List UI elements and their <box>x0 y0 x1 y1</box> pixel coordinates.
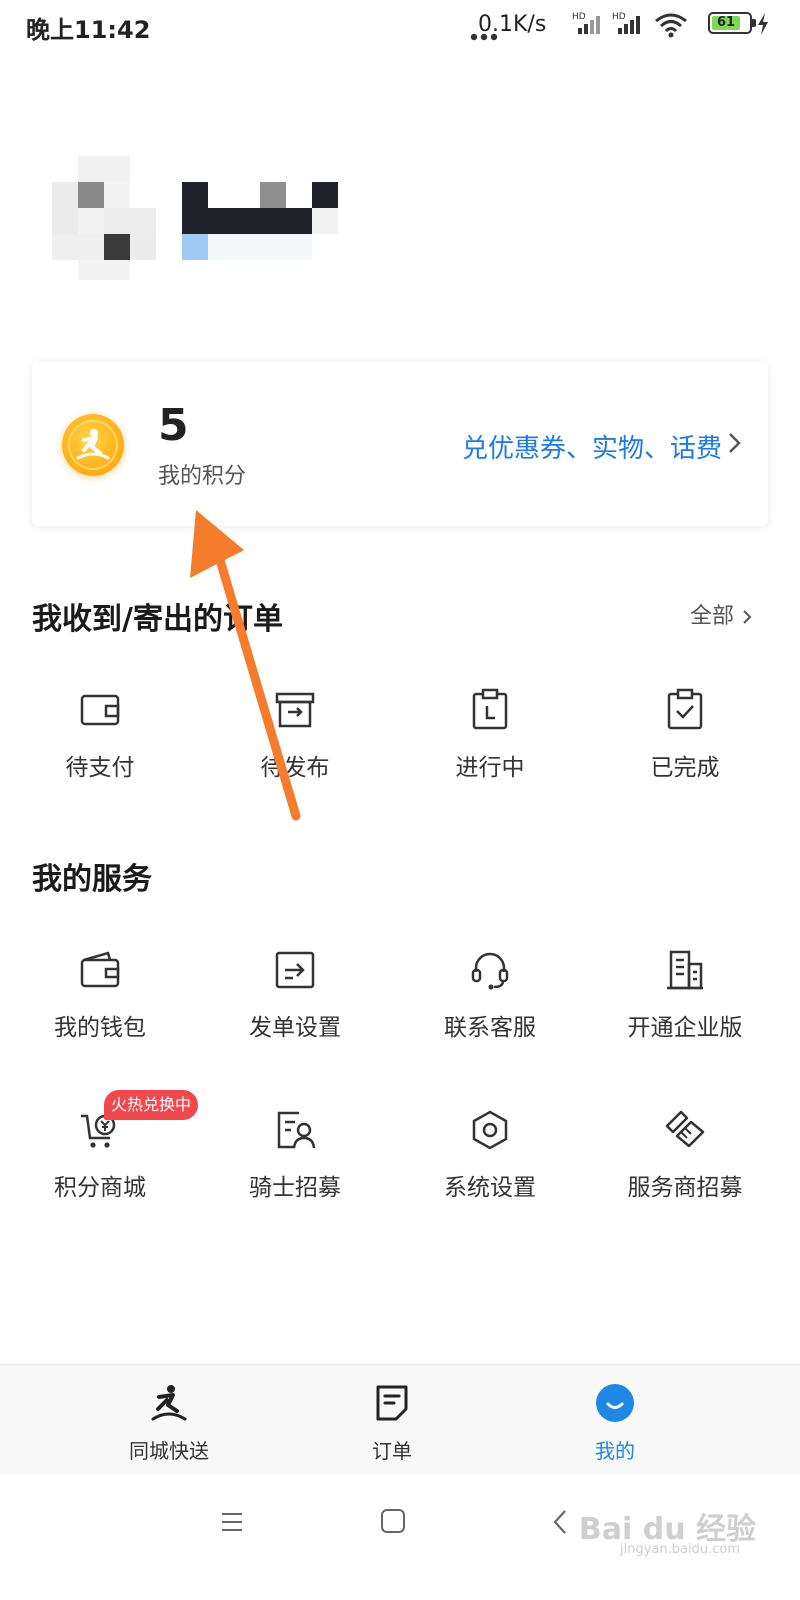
battery-level: 61 <box>712 16 740 30</box>
service-system-settings[interactable]: 系统设置 <box>390 1108 590 1218</box>
order-label: 已完成 <box>650 755 720 781</box>
service-label: 发单设置 <box>249 1015 341 1041</box>
service-customer-support[interactable]: 联系客服 <box>390 948 590 1058</box>
handshake-icon <box>663 1108 707 1152</box>
order-label: 待支付 <box>65 755 135 781</box>
clipboard-clock-icon <box>468 688 512 732</box>
service-label: 积分商城 <box>54 1175 146 1201</box>
battery-icon: 61 <box>708 12 756 34</box>
points-value: 5 <box>158 400 189 451</box>
wallet-icon <box>78 948 122 992</box>
service-points-mall[interactable]: 积分商城 <box>0 1108 200 1218</box>
orders-title: 我收到/寄出的订单 <box>32 602 283 637</box>
box-icon <box>273 688 317 732</box>
watermark-url: jingyan.baidu.com <box>620 1542 740 1557</box>
service-send-settings[interactable]: 发单设置 <box>195 948 395 1058</box>
signal-icon: HD <box>572 10 602 36</box>
username <box>182 182 342 262</box>
profile-icon <box>595 1383 635 1423</box>
signal-icon-2: HD <box>612 10 642 36</box>
svg-text:HD: HD <box>572 12 586 22</box>
bottom-nav: 同城快送 订单 我的 <box>0 1364 800 1475</box>
clipboard-check-icon <box>663 688 707 732</box>
service-enterprise[interactable]: 开通企业版 <box>585 948 785 1058</box>
chevron-right-icon[interactable] <box>724 430 746 456</box>
menu-icon[interactable] <box>220 1510 244 1534</box>
hexagon-settings-icon <box>468 1108 512 1152</box>
all-orders-label: 全部 <box>690 604 735 629</box>
avatar[interactable] <box>52 156 162 286</box>
chevron-right-icon <box>743 610 752 624</box>
nav-tab-mine[interactable]: 我的 <box>482 1365 748 1475</box>
redeem-link[interactable]: 兑优惠券、实物、话费 <box>462 428 722 465</box>
order-label: 待发布 <box>260 755 330 781</box>
headset-icon <box>468 948 512 992</box>
status-time: 晚上11:42 <box>26 16 151 44</box>
points-coin-icon <box>62 414 124 476</box>
building-icon <box>663 948 707 992</box>
points-label: 我的积分 <box>158 464 247 489</box>
send-settings-icon <box>273 948 317 992</box>
wallet-icon <box>78 688 122 732</box>
runner-icon <box>149 1383 189 1423</box>
status-bar: 晚上11:42 0.1K/s HD HD 61 <box>0 0 800 48</box>
services-title: 我的服务 <box>32 862 152 897</box>
wifi-icon <box>654 12 688 38</box>
all-orders-link[interactable]: 全部 <box>690 598 753 630</box>
svg-text:HD: HD <box>612 12 626 22</box>
back-icon[interactable] <box>550 1508 570 1536</box>
service-label: 开通企业版 <box>627 1015 743 1041</box>
order-completed[interactable]: 已完成 <box>585 688 785 798</box>
rider-recruit-icon <box>273 1108 317 1152</box>
order-icon <box>372 1383 412 1423</box>
service-label: 我的钱包 <box>54 1015 146 1041</box>
service-label: 骑士招募 <box>249 1175 341 1201</box>
points-card[interactable]: 5 我的积分 兑优惠券、实物、话费 <box>32 362 768 526</box>
service-wallet[interactable]: 我的钱包 <box>0 948 200 1058</box>
nav-label: 我的 <box>595 1439 635 1463</box>
order-label: 进行中 <box>455 755 525 781</box>
network-speed: 0.1K/s <box>478 12 547 37</box>
home-icon[interactable] <box>380 1508 406 1534</box>
service-label: 服务商招募 <box>627 1175 743 1201</box>
service-label: 系统设置 <box>444 1175 536 1201</box>
service-rider-recruit[interactable]: 骑士招募 <box>195 1108 395 1218</box>
service-provider-recruit[interactable]: 服务商招募 <box>585 1108 785 1218</box>
charging-icon <box>756 12 770 36</box>
order-pending-payment[interactable]: 待支付 <box>0 688 200 798</box>
hot-exchange-badge: 火热兑换中 <box>104 1090 198 1120</box>
order-in-progress[interactable]: 进行中 <box>390 688 590 798</box>
service-label: 联系客服 <box>444 1015 536 1041</box>
order-pending-publish[interactable]: 待发布 <box>195 688 395 798</box>
